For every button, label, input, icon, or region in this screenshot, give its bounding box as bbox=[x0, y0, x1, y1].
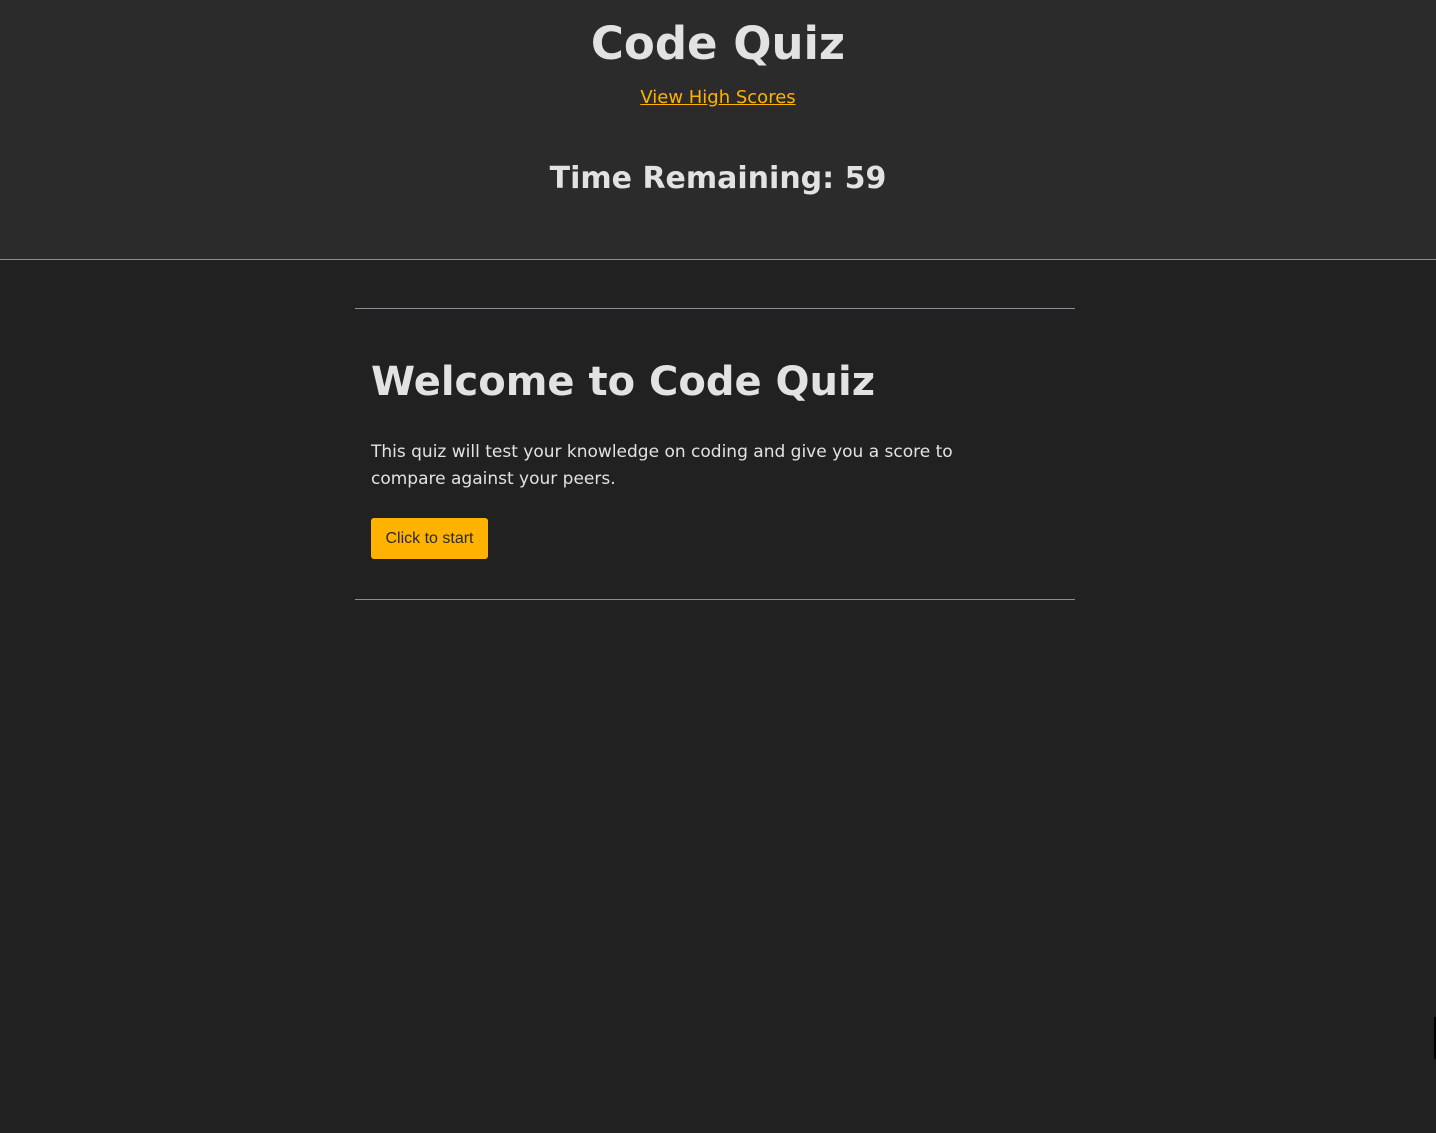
page-header: Code Quiz View High Scores Time Remainin… bbox=[0, 0, 1436, 260]
time-remaining: Time Remaining: 59 bbox=[549, 161, 887, 196]
app-title: Code Quiz bbox=[590, 17, 846, 70]
welcome-card: Welcome to Code Quiz This quiz will test… bbox=[355, 308, 1075, 600]
start-quiz-button[interactable]: Click to start bbox=[371, 518, 488, 559]
view-high-scores-link[interactable]: View High Scores bbox=[0, 86, 1436, 110]
welcome-heading: Welcome to Code Quiz bbox=[371, 359, 875, 405]
quiz-description: This quiz will test your knowledge on co… bbox=[371, 442, 953, 489]
